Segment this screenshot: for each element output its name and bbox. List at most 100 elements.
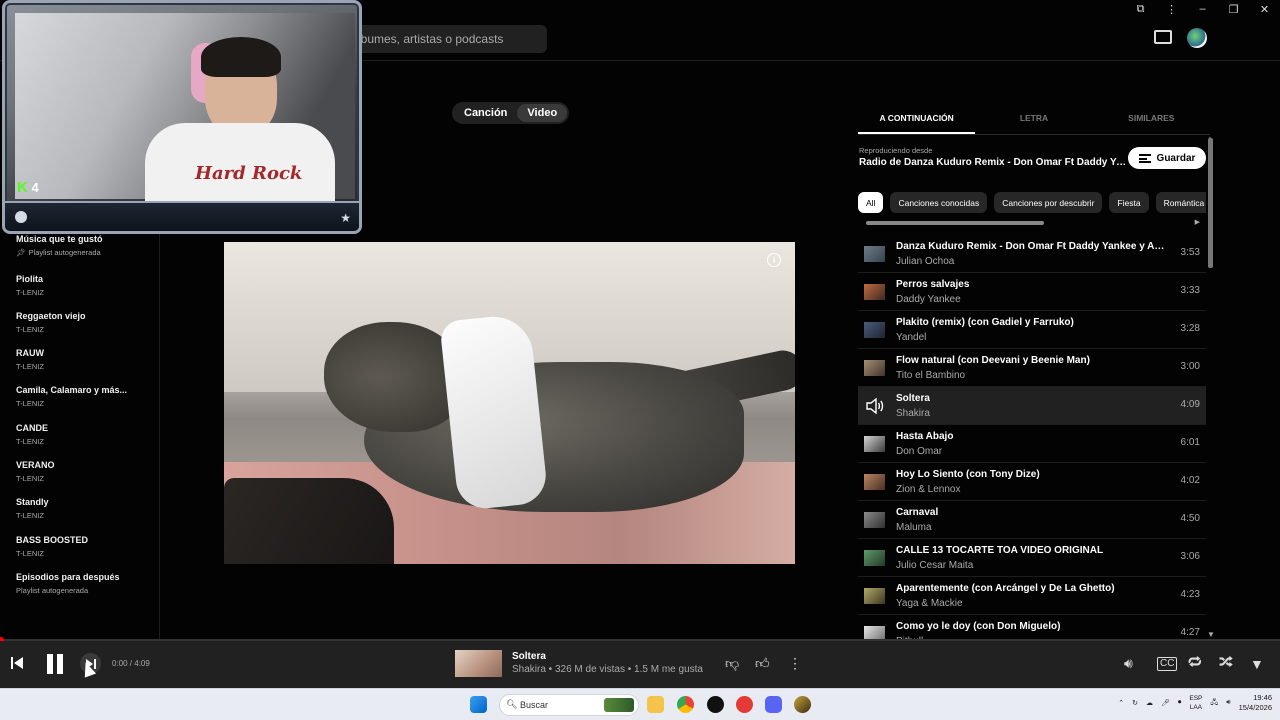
queue-duration: 3:28 — [1180, 323, 1200, 334]
video-player[interactable]: i — [224, 242, 795, 564]
chip-romantic[interactable]: Romántica — [1155, 192, 1206, 213]
tray-cloud-icon[interactable]: ☁ — [1146, 699, 1153, 707]
sidebar-item[interactable]: BASS BOOSTED T-LENIZ — [16, 535, 152, 558]
shuffle-icon[interactable]: 🔀︎ — [1219, 655, 1233, 669]
sidebar-item-subtitle-text: Playlist autogenerada — [28, 248, 101, 257]
pause-button[interactable] — [44, 652, 66, 676]
sidebar-item[interactable]: Reggaeton viejo T-LENIZ — [16, 311, 152, 334]
chip-discover[interactable]: Canciones por descubrir — [994, 192, 1103, 213]
sidebar-item-subtitle: Playlist autogenerada — [16, 586, 89, 595]
frame-dot-icon — [15, 211, 27, 223]
chip-party[interactable]: Fiesta — [1109, 192, 1149, 213]
sidebar-item[interactable]: Camila, Calamaro y más... T-LENIZ — [16, 385, 152, 408]
sidebar-item[interactable]: VERANO T-LENIZ — [16, 460, 152, 483]
queue-duration: 4:09 — [1180, 399, 1200, 410]
queue-title: Soltera — [896, 393, 930, 404]
tab-up-next[interactable]: A CONTINUACIÓN — [858, 100, 976, 134]
chip-scroll-thumb[interactable] — [866, 221, 1044, 225]
sidebar-item[interactable]: Standly T-LENIZ — [16, 497, 152, 520]
queue-item[interactable]: Hoy Lo Siento (con Tony Dize) Zion & Len… — [858, 463, 1206, 501]
search-highlight-image — [604, 698, 634, 712]
queue-item[interactable]: CALLE 13 TOCARTE TOA VIDEO ORIGINAL Juli… — [858, 539, 1206, 577]
toggle-song[interactable]: Canción — [454, 104, 517, 122]
queue-title: Aparentemente (con Arcángel y De La Ghet… — [896, 583, 1115, 594]
tab-lyrics[interactable]: LETRA — [975, 100, 1092, 134]
queue-artist: Tito el Bambino — [896, 370, 966, 381]
subtitles-icon[interactable]: CC — [1157, 657, 1178, 671]
queue-duration: 3:33 — [1180, 285, 1200, 296]
taskbar-search-label: Buscar — [520, 700, 549, 710]
sidebar-item[interactable]: Episodios para después Playlist autogene… — [16, 572, 152, 595]
queue-thumbnail — [864, 322, 885, 338]
sidebar-item[interactable]: Música que te gustó 📌︎ Playlist autogener… — [16, 234, 152, 257]
repeat-icon[interactable]: 🔁︎ — [1188, 655, 1202, 669]
queue-scrollbar[interactable] — [1208, 138, 1213, 268]
now-playing-thumbnail[interactable] — [455, 650, 502, 677]
chevron-right-icon[interactable]: ▶ — [1195, 218, 1200, 226]
chip-all[interactable]: All — [858, 192, 884, 213]
queue-item[interactable]: Danza Kuduro Remix - Don Omar Ft Daddy Y… — [858, 235, 1206, 273]
queue-artist: Julio Cesar Maita — [896, 560, 974, 571]
windows-start-icon[interactable] — [470, 696, 487, 713]
toggle-video[interactable]: Video — [517, 104, 568, 122]
cast-icon[interactable] — [1154, 30, 1172, 44]
shirt-logo: Hard Rock — [195, 163, 303, 184]
discord-icon[interactable] — [765, 696, 782, 713]
language-code: ESP — [1189, 695, 1203, 702]
sidebar-item-title: CANDE — [16, 423, 49, 433]
expand-player-icon[interactable]: ▼ — [1250, 657, 1264, 671]
queue-title: Como yo le doy (con Don Miguelo) — [896, 621, 1061, 632]
tray-sync-icon[interactable]: ↻ — [1132, 699, 1138, 707]
tray-expand-icon[interactable]: ⌃ — [1118, 699, 1124, 707]
chip-scrollbar[interactable]: ▶ — [858, 218, 1200, 226]
sidebar-item[interactable]: CANDE T-LENIZ — [16, 423, 152, 446]
like-icon[interactable]: 👍︎ — [755, 656, 770, 670]
tab-related[interactable]: SIMILARES — [1093, 100, 1210, 134]
youtube-music-icon[interactable] — [736, 696, 753, 713]
close-button[interactable]: ✕ — [1249, 1, 1280, 17]
more-options-icon[interactable]: ⋮ — [1156, 1, 1187, 17]
queue-item[interactable]: Plakito (remix) (con Gadiel y Farruko) Y… — [858, 311, 1206, 349]
sidebar-item-title: Reggaeton viejo — [16, 311, 86, 321]
league-icon[interactable] — [794, 696, 811, 713]
extensions-icon[interactable]: ⧉ — [1125, 1, 1156, 17]
language-indicator[interactable]: ESP LAA — [1189, 694, 1202, 712]
minimize-button[interactable]: – — [1187, 1, 1218, 17]
chip-known-songs[interactable]: Canciones conocidas — [890, 192, 988, 213]
file-explorer-icon[interactable] — [647, 696, 664, 713]
save-button[interactable]: Guardar — [1128, 147, 1206, 169]
sidebar-item-subtitle: T-LENIZ — [16, 288, 44, 297]
now-playing-title[interactable]: Soltera — [512, 651, 546, 662]
queue-artist: Yandel — [896, 332, 927, 343]
network-icon[interactable]: 🖧︎ — [1210, 698, 1218, 709]
chrome-icon[interactable] — [677, 696, 694, 713]
avatar[interactable] — [1187, 28, 1207, 48]
tray-mic-icon[interactable]: 🎤︎ — [1161, 699, 1170, 707]
sidebar-item[interactable]: RAUW T-LENIZ — [16, 348, 152, 371]
tray-record-icon[interactable]: ⏺ — [1178, 699, 1182, 707]
taskbar-search[interactable]: 🔍︎ Buscar — [499, 694, 639, 716]
obs-icon[interactable] — [707, 696, 724, 713]
dislike-icon[interactable]: 👎︎ — [725, 656, 739, 670]
more-options-icon[interactable]: ⋮ — [788, 656, 802, 670]
sidebar-item[interactable]: Piolita T-LENIZ — [16, 274, 152, 297]
queue-duration: 3:00 — [1180, 361, 1200, 372]
sidebar-item-subtitle: T-LENIZ — [16, 437, 44, 446]
speaker-icon[interactable]: 🔊︎ — [1226, 699, 1230, 707]
volume-icon[interactable]: 🔊︎ — [1124, 656, 1133, 670]
queue-duration: 4:02 — [1180, 475, 1200, 486]
playback-time: 0:00 / 4:09 — [112, 659, 150, 668]
queue-item[interactable]: Hasta Abajo Don Omar 6:01 — [858, 425, 1206, 463]
taskbar-clock[interactable]: 19:46 15/4/2026 — [1239, 693, 1272, 713]
queue-item[interactable]: Flow natural (con Deevani y Beenie Man) … — [858, 349, 1206, 387]
queue-item[interactable]: Aparentemente (con Arcángel y De La Ghet… — [858, 577, 1206, 615]
sidebar-item-title: RAUW — [16, 348, 44, 358]
sidebar-item-title: Música que te gustó — [16, 234, 103, 244]
maximize-button[interactable]: ❐ — [1218, 1, 1249, 17]
queue-item[interactable]: Perros salvajes Daddy Yankee 3:33 — [858, 273, 1206, 311]
previous-button[interactable] — [10, 656, 24, 670]
scroll-down-icon[interactable]: ▼ — [1207, 630, 1215, 639]
info-icon[interactable]: i — [767, 253, 781, 267]
queue-item-current[interactable]: Soltera Shakira 4:09 — [858, 387, 1206, 425]
queue-item[interactable]: Carnaval Maluma 4:50 — [858, 501, 1206, 539]
